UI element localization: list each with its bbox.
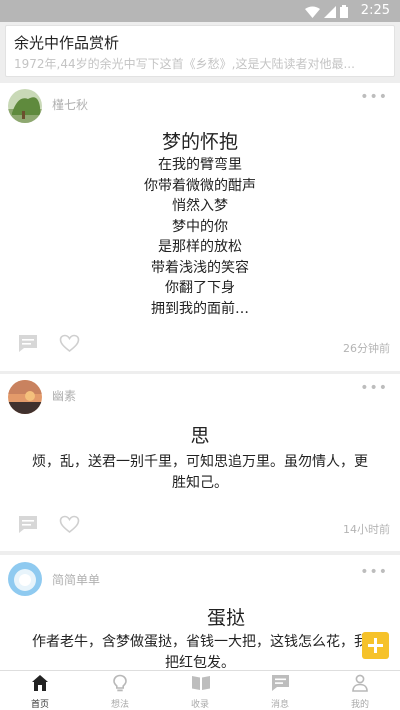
tab-messages[interactable]: 消息 <box>240 671 320 710</box>
tab-collection[interactable]: 收录 <box>160 671 240 710</box>
avatar[interactable] <box>8 562 42 596</box>
bottom-tab-bar: 首页 想法 收录 消息 我的 <box>0 670 400 710</box>
poem-line: 带着浅浅的笑容 <box>151 259 249 276</box>
poem-line: 梦中的你 <box>172 218 228 235</box>
poem-title: 梦的怀抱 <box>161 131 238 153</box>
poem-line: 在我的臂弯里 <box>158 157 242 173</box>
person-icon <box>352 674 368 692</box>
post-card[interactable]: 简简单单 ••• 蛋挞 作者老牛，含梦做蛋挞，省钱一大把，这钱怎么花，我把红包发… <box>0 555 400 671</box>
poem-line: 你带着微微的酣声 <box>144 177 256 194</box>
featured-article-card[interactable]: 余光中作品赏析 1972年,44岁的余光中写下这首《乡愁》,这是大陆读者对他最.… <box>5 25 395 77</box>
post-time: 14小时前 <box>343 523 390 536</box>
tab-label: 消息 <box>270 700 289 710</box>
post-body: 烦，乱，送君一别千里，可知思追万里。虽勿情人，更胜知己。 <box>32 454 368 491</box>
battery-icon <box>340 5 348 18</box>
book-icon <box>192 676 210 690</box>
more-options-icon[interactable]: ••• <box>360 564 388 580</box>
status-time: 2:25 <box>360 3 390 18</box>
like-icon[interactable] <box>59 515 80 534</box>
tab-label: 收录 <box>190 700 209 710</box>
tab-home[interactable]: 首页 <box>0 671 80 710</box>
add-post-button[interactable] <box>362 632 389 659</box>
tab-label: 首页 <box>30 700 49 710</box>
home-icon <box>32 675 48 691</box>
lightbulb-icon <box>113 674 127 692</box>
status-icons <box>305 5 348 18</box>
signal-icon <box>324 5 336 18</box>
comment-icon[interactable] <box>18 334 38 353</box>
author-name[interactable]: 槿七秋 <box>52 96 88 113</box>
avatar[interactable] <box>8 89 42 123</box>
more-options-icon[interactable]: ••• <box>360 380 388 396</box>
comment-icon[interactable] <box>18 515 38 534</box>
more-options-icon[interactable]: ••• <box>360 89 388 105</box>
wifi-icon <box>305 6 320 18</box>
poem-line: 是那样的放松 <box>158 239 242 255</box>
tab-label: 想法 <box>110 700 129 710</box>
post-body: 作者老牛，含梦做蛋挞，省钱一大把，这钱怎么花，我把红包发。 <box>32 634 368 671</box>
message-icon <box>272 675 289 691</box>
author-name[interactable]: 简简单单 <box>52 571 100 588</box>
post-card[interactable]: 槿七秋 ••• 梦的怀抱 在我的臂弯里 你带着微微的酣声 悄然入梦 梦中的你 是… <box>0 83 400 371</box>
poem-line: 拥到我的面前… <box>151 300 249 317</box>
avatar[interactable] <box>8 380 42 414</box>
poem-title: 思 <box>190 425 210 447</box>
featured-article-subtitle: 1972年,44岁的余光中写下这首《乡愁》,这是大陆读者对他最... <box>14 57 355 71</box>
poem-title: 蛋挞 <box>206 607 245 629</box>
poem-line: 悄然入梦 <box>172 198 228 214</box>
status-bar: 2:25 <box>0 0 400 22</box>
like-icon[interactable] <box>59 334 80 353</box>
featured-article-title: 余光中作品赏析 <box>14 34 120 52</box>
author-name[interactable]: 幽素 <box>52 387 76 404</box>
poem-line: 你翻了下身 <box>165 280 235 296</box>
tab-ideas[interactable]: 想法 <box>80 671 160 710</box>
tab-me[interactable]: 我的 <box>320 671 400 710</box>
poem-lines: 在我的臂弯里 你带着微微的酣声 悄然入梦 梦中的你 是那样的放松 带着浅浅的笑容… <box>0 155 400 319</box>
tab-label: 我的 <box>350 700 369 710</box>
post-time: 26分钟前 <box>343 342 390 355</box>
post-card[interactable]: 幽素 ••• 思 烦，乱，送君一别千里，可知思追万里。虽勿情人，更胜知己。 14… <box>0 374 400 551</box>
